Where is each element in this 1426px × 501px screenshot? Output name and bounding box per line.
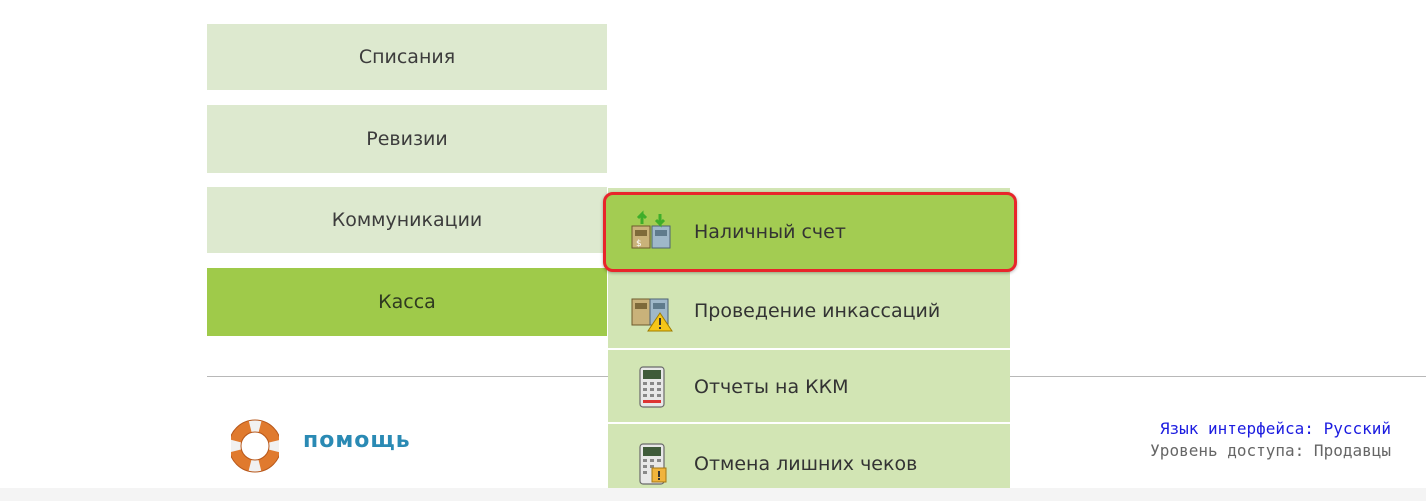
menu-item-writeoffs[interactable]: Списания	[207, 24, 607, 90]
menu-item-label: Касса	[378, 291, 436, 313]
submenu-item-label: Наличный счет	[694, 221, 846, 243]
language-link[interactable]: Язык интерфейса: Русский	[1150, 418, 1391, 440]
cash-register-report-icon	[630, 365, 674, 409]
menu-item-communications[interactable]: Коммуникации	[207, 187, 607, 253]
encashment-warning-icon	[630, 289, 674, 333]
submenu-item-encashment[interactable]: Проведение инкассаций	[608, 274, 1010, 350]
cash-account-icon: $	[630, 210, 674, 254]
svg-text:$: $	[636, 239, 642, 249]
cash-submenu: $ Наличный счет Проведение инкассаций От…	[603, 188, 1017, 501]
menu-item-label: Ревизии	[366, 128, 448, 150]
menu-item-cash[interactable]: Касса	[207, 268, 607, 336]
divider	[1008, 376, 1426, 377]
help-link[interactable]: помощь	[303, 428, 411, 453]
submenu-item-cash-account[interactable]: $ Наличный счет	[603, 192, 1017, 272]
menu-item-label: Коммуникации	[331, 209, 483, 231]
submenu-item-label: Проведение инкассаций	[694, 300, 941, 322]
cancel-receipts-icon	[630, 442, 674, 486]
menu-item-label: Списания	[358, 46, 456, 68]
menu-item-audits[interactable]: Ревизии	[207, 105, 607, 173]
language-info: Язык интерфейса: Русский Уровень доступа…	[1150, 418, 1391, 462]
access-level: Уровень доступа: Продавцы	[1150, 441, 1391, 460]
footer-strip	[0, 488, 1426, 501]
divider	[207, 376, 610, 377]
submenu-item-kkm-reports[interactable]: Отчеты на ККМ	[608, 352, 1010, 424]
lifebuoy-icon[interactable]	[228, 416, 282, 476]
submenu-item-label: Отчеты на ККМ	[694, 376, 849, 398]
submenu-item-label: Отмена лишних чеков	[694, 452, 918, 475]
